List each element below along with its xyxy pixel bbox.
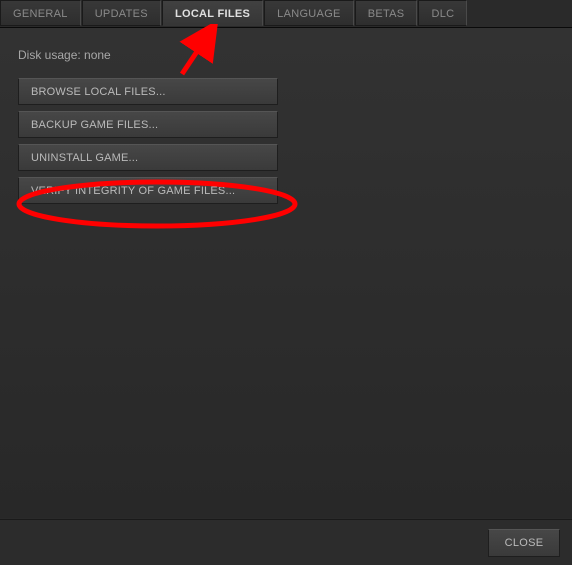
close-button[interactable]: CLOSE [488, 529, 560, 557]
uninstall-game-button[interactable]: UNINSTALL GAME... [18, 144, 278, 171]
tab-general[interactable]: GENERAL [0, 0, 81, 26]
tab-content: Disk usage: none BROWSE LOCAL FILES... B… [0, 28, 572, 518]
tab-betas[interactable]: BETAS [355, 0, 418, 26]
tabs-bar: GENERAL UPDATES LOCAL FILES LANGUAGE BET… [0, 0, 572, 28]
tab-local-files[interactable]: LOCAL FILES [162, 0, 263, 26]
tab-language[interactable]: LANGUAGE [264, 0, 354, 26]
tab-updates[interactable]: UPDATES [82, 0, 161, 26]
backup-game-files-button[interactable]: BACKUP GAME FILES... [18, 111, 278, 138]
verify-integrity-button[interactable]: VERIFY INTEGRITY OF GAME FILES... [18, 177, 278, 204]
disk-usage-label: Disk usage: none [18, 48, 554, 62]
bottom-bar: CLOSE [0, 519, 572, 565]
tab-dlc[interactable]: DLC [418, 0, 467, 26]
browse-local-files-button[interactable]: BROWSE LOCAL FILES... [18, 78, 278, 105]
